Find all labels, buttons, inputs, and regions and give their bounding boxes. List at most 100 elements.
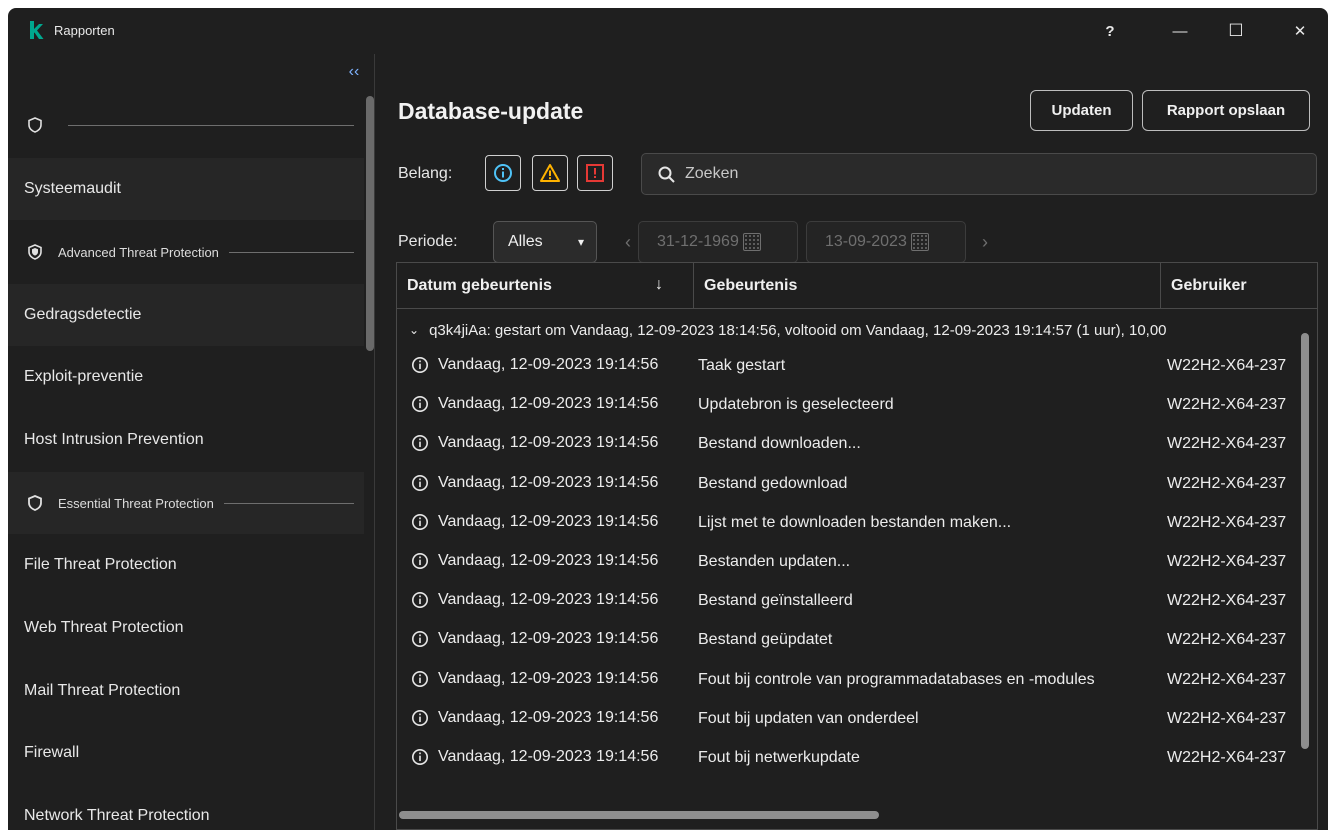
event-date: Vandaag, 12-09-2023 19:14:56 — [438, 434, 659, 452]
sidebar-item-label: File Threat Protection — [24, 556, 177, 573]
severity-warning-toggle[interactable] — [532, 155, 568, 191]
table-row[interactable]: Vandaag, 12-09-2023 19:14:56 Lijst met te… — [397, 504, 1317, 542]
task-group-row[interactable]: ⌄ q3k4jiAa: gestart om Vandaag, 12-09-20… — [397, 313, 1317, 347]
maximize-button[interactable]: ☐ — [1222, 18, 1250, 44]
next-period-button[interactable]: › — [982, 232, 988, 253]
sidebar: ‹‹ Systeemaudit Advanced Threat Protecti… — [8, 54, 375, 830]
table-row[interactable]: Vandaag, 12-09-2023 19:14:56 Bestand geïn… — [397, 582, 1317, 620]
event-date: Vandaag, 12-09-2023 19:14:56 — [438, 708, 659, 726]
shield-icon — [28, 117, 42, 133]
table-row[interactable]: Vandaag, 12-09-2023 19:14:56 Bestanden up… — [397, 543, 1317, 581]
window-title: Rapporten — [54, 23, 115, 38]
sidebar-group-label: Advanced Threat Protection — [58, 244, 219, 260]
sidebar-item-host-intrusion-prevention[interactable]: Host Intrusion Prevention — [8, 409, 364, 471]
event-date-cell: Vandaag, 12-09-2023 19:14:56 — [411, 356, 658, 374]
sidebar-item-gedragsdetectie[interactable]: Gedragsdetectie — [8, 284, 364, 346]
event-date-cell: Vandaag, 12-09-2023 19:14:56 — [411, 709, 658, 727]
event-date-cell: Vandaag, 12-09-2023 19:14:56 — [411, 630, 658, 648]
close-button[interactable]: ✕ — [1286, 18, 1314, 44]
event-user: W22H2-X64-237 — [1167, 396, 1287, 414]
help-button[interactable]: ? — [1096, 18, 1124, 44]
event-date: Vandaag, 12-09-2023 19:14:56 — [438, 356, 659, 373]
table-horizontal-scrollbar[interactable] — [399, 811, 879, 819]
column-header-date[interactable]: Datum gebeurtenis ↓ — [397, 263, 693, 309]
period-select[interactable]: Alles ▾ — [493, 221, 597, 263]
page-title: Database-update — [398, 98, 584, 124]
table-row[interactable]: Vandaag, 12-09-2023 19:14:56 Taak gestart… — [397, 347, 1317, 385]
divider — [228, 251, 354, 253]
sidebar-item-web-threat-protection[interactable]: Web Threat Protection — [8, 597, 364, 659]
date-to-value: 13-09-2023 — [825, 233, 907, 250]
table-row[interactable]: Vandaag, 12-09-2023 19:14:56 Fout bij upd… — [397, 700, 1317, 738]
sidebar-item-network-threat-protection[interactable]: Network Threat Protection — [8, 785, 364, 830]
collapse-sidebar-button[interactable]: ‹‹ — [342, 60, 366, 84]
minimize-button[interactable]: — — [1166, 18, 1194, 44]
column-header-event[interactable]: Gebeurtenis — [694, 263, 1160, 309]
info-icon — [411, 513, 429, 530]
event-date: Vandaag, 12-09-2023 19:14:56 — [438, 669, 659, 687]
date-from-value: 31-12-1969 — [657, 233, 739, 250]
table-row[interactable]: Vandaag, 12-09-2023 19:14:56 Bestand gedo… — [397, 465, 1317, 503]
sidebar-item-file-threat-protection[interactable]: File Threat Protection — [8, 534, 364, 596]
info-icon — [411, 474, 429, 491]
search-icon — [658, 166, 675, 183]
column-header-label: Gebeurtenis — [704, 277, 798, 294]
event-name: Lijst met te downloaden bestanden maken.… — [698, 513, 1012, 531]
period-label: Periode: — [398, 233, 458, 250]
table-row[interactable]: Vandaag, 12-09-2023 19:14:56 Fout bij net… — [397, 739, 1317, 777]
event-name: Fout bij netwerkupdate — [698, 749, 860, 766]
event-name: Fout bij controle van programmadatabases… — [698, 670, 1095, 688]
severity-label: Belang: — [398, 165, 453, 182]
event-user: W22H2-X64-237 — [1167, 709, 1287, 727]
sidebar-group-advanced-threat-protection[interactable]: Advanced Threat Protection — [8, 221, 364, 283]
column-header-user[interactable]: Gebruiker — [1161, 263, 1317, 309]
event-date: Vandaag, 12-09-2023 19:14:56 — [438, 552, 659, 569]
severity-info-toggle[interactable] — [485, 155, 521, 191]
sidebar-item-label: Host Intrusion Prevention — [24, 431, 204, 448]
date-to-field[interactable]: 13-09-2023 — [806, 221, 966, 263]
sidebar-item-exploit-preventie[interactable]: Exploit-preventie — [8, 346, 364, 408]
warning-icon — [540, 164, 560, 182]
app-window: Rapporten ? — ☐ ✕ ‹‹ Systeemaudit Advanc… — [8, 8, 1328, 830]
info-icon — [411, 670, 429, 687]
chevron-down-icon: ⌄ — [409, 323, 420, 337]
table-vertical-scrollbar[interactable] — [1301, 333, 1309, 749]
update-button[interactable]: Updaten — [1030, 90, 1133, 131]
save-report-button[interactable]: Rapport opslaan — [1142, 90, 1310, 131]
shield-icon — [28, 495, 42, 511]
date-from-field[interactable]: 31-12-1969 — [638, 221, 798, 263]
event-user: W22H2-X64-237 — [1167, 513, 1287, 531]
main-panel: Database-update Updaten Rapport opslaan … — [375, 54, 1328, 830]
event-name: Fout bij updaten van onderdeel — [698, 709, 919, 727]
event-name: Bestand gedownload — [698, 474, 848, 492]
sidebar-item-label: Web Threat Protection — [24, 619, 184, 636]
prev-period-button[interactable]: ‹ — [625, 232, 631, 253]
table-row[interactable]: Vandaag, 12-09-2023 19:14:56 Bestand down… — [397, 425, 1317, 463]
sidebar-group-top[interactable] — [8, 94, 364, 156]
sidebar-item-label: Gedragsdetectie — [24, 306, 142, 323]
event-date: Vandaag, 12-09-2023 19:14:56 — [438, 591, 659, 609]
event-name: Bestanden updaten... — [698, 553, 851, 570]
sidebar-item-mail-threat-protection[interactable]: Mail Threat Protection — [8, 660, 364, 722]
event-user: W22H2-X64-237 — [1167, 474, 1287, 492]
info-icon — [411, 748, 429, 766]
search-box[interactable] — [641, 153, 1317, 195]
table-row[interactable]: Vandaag, 12-09-2023 19:14:56 Bestand geüp… — [397, 621, 1317, 659]
sidebar-scrollbar[interactable] — [366, 96, 374, 351]
event-date: Vandaag, 12-09-2023 19:14:56 — [438, 748, 659, 765]
table-row[interactable]: Vandaag, 12-09-2023 19:14:56 Fout bij con… — [397, 661, 1317, 699]
severity-critical-toggle[interactable] — [577, 155, 613, 191]
event-date: Vandaag, 12-09-2023 19:14:56 — [438, 512, 659, 530]
sidebar-item-systeemaudit[interactable]: Systeemaudit — [8, 158, 364, 220]
table-row[interactable]: Vandaag, 12-09-2023 19:14:56 Updatebron i… — [397, 386, 1317, 424]
sidebar-item-firewall[interactable]: Firewall — [8, 722, 364, 784]
search-input[interactable] — [685, 165, 1285, 183]
calendar-icon — [910, 233, 929, 251]
sidebar-item-label: Firewall — [24, 744, 80, 761]
event-date-cell: Vandaag, 12-09-2023 19:14:56 — [411, 474, 658, 492]
event-date-cell: Vandaag, 12-09-2023 19:14:56 — [411, 670, 658, 688]
sidebar-group-essential-threat-protection[interactable]: Essential Threat Protection — [8, 472, 364, 534]
sort-descending-icon: ↓ — [655, 276, 663, 293]
column-header-label: Gebruiker — [1171, 277, 1247, 294]
period-select-value: Alles — [508, 233, 543, 250]
